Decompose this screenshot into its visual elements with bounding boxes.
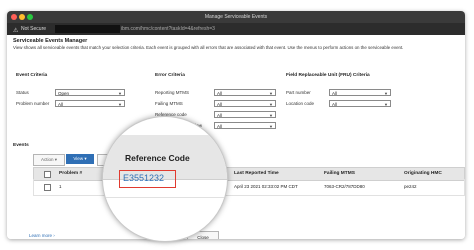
title-bar: Manage Serviceable Events: [7, 11, 465, 23]
learn-more-link[interactable]: Learn more ›: [29, 233, 55, 238]
status-select[interactable]: Open ▼: [55, 89, 125, 96]
chevron-down-icon: ▼: [269, 113, 273, 118]
cell-problem-number: 1: [59, 184, 62, 189]
chevron-down-icon: ▼: [384, 91, 388, 96]
part-number-label: Part number: [286, 90, 311, 95]
chevron-down-icon: ▼: [269, 102, 273, 107]
chevron-down-icon: ▼: [118, 91, 122, 96]
magnified-reference-code-header: Reference Code: [125, 153, 190, 163]
problem-number-label: Problem number: [16, 101, 50, 106]
maximize-window-button[interactable]: [27, 14, 33, 20]
cell-failing-mtms: 7063-CR2/787DD80: [324, 184, 365, 189]
event-criteria-heading: Event Criteria: [16, 73, 48, 78]
page-description: View shows all serviceable events that m…: [13, 45, 404, 50]
days-to-view-select[interactable]: All ▼: [214, 122, 276, 129]
failing-mtms-select[interactable]: All ▼: [214, 100, 276, 107]
location-code-select[interactable]: All ▼: [329, 100, 391, 107]
chevron-down-icon: ▼: [269, 124, 273, 129]
magnifier-callout: Reference Code E3551232: [102, 116, 228, 242]
browser-window: Manage Serviceable Events ⚠ Not Secure i…: [7, 11, 465, 239]
select-all-checkbox[interactable]: [44, 171, 51, 178]
reference-code-link[interactable]: E3551232: [123, 173, 164, 183]
reporting-mtms-label: Reporting MTMS: [155, 90, 190, 95]
reporting-mtms-select[interactable]: All ▼: [214, 89, 276, 96]
cell-last-reported-time: April 23 2021 02:33:02 PM CDT: [234, 184, 298, 189]
cell-originating-hmc: pe242: [404, 184, 417, 189]
url-text: ibm.com/hmc/content?taskId=4&refresh=3: [121, 26, 215, 32]
problem-number-select[interactable]: All ▼: [55, 100, 125, 107]
failing-mtms-label: Failing MTMS: [155, 101, 183, 106]
not-secure-label: Not Secure: [21, 26, 47, 32]
magnified-row-divider: [103, 197, 227, 198]
redacted-host: [55, 25, 120, 33]
chevron-down-icon: ▼: [118, 102, 122, 107]
chevron-down-icon: ▼: [384, 102, 388, 107]
status-label: Status: [16, 90, 29, 95]
table-row[interactable]: 1 Open April 23 2021 02:33:02 PM CDT 706…: [33, 179, 465, 196]
chevron-down-icon: ▾: [84, 156, 87, 161]
close-window-button[interactable]: [11, 14, 17, 20]
minimize-window-button[interactable]: [19, 14, 25, 20]
events-heading: Events: [13, 143, 29, 148]
view-menu-button[interactable]: View ▾: [66, 154, 94, 164]
row-checkbox[interactable]: [44, 184, 51, 191]
chevron-down-icon: ▼: [269, 91, 273, 96]
reference-code-select[interactable]: All ▼: [214, 111, 276, 118]
window-title: Manage Serviceable Events: [204, 14, 268, 20]
chevron-down-icon: ▾: [54, 157, 58, 162]
page-content: Serviceable Events Manager View shows al…: [7, 35, 465, 239]
action-menu-button[interactable]: Action ▾: [33, 154, 65, 166]
page-title: Serviceable Events Manager: [13, 38, 88, 44]
part-number-select[interactable]: All ▼: [329, 89, 391, 96]
chevron-right-icon: ›: [53, 233, 55, 238]
error-criteria-heading: Error Criteria: [155, 73, 185, 78]
fru-criteria-heading: Field Replaceable Unit (FRU) Criteria: [286, 73, 370, 78]
location-code-label: Location code: [286, 101, 315, 106]
address-bar[interactable]: ⚠ Not Secure ibm.com/hmc/content?taskId=…: [7, 23, 465, 35]
